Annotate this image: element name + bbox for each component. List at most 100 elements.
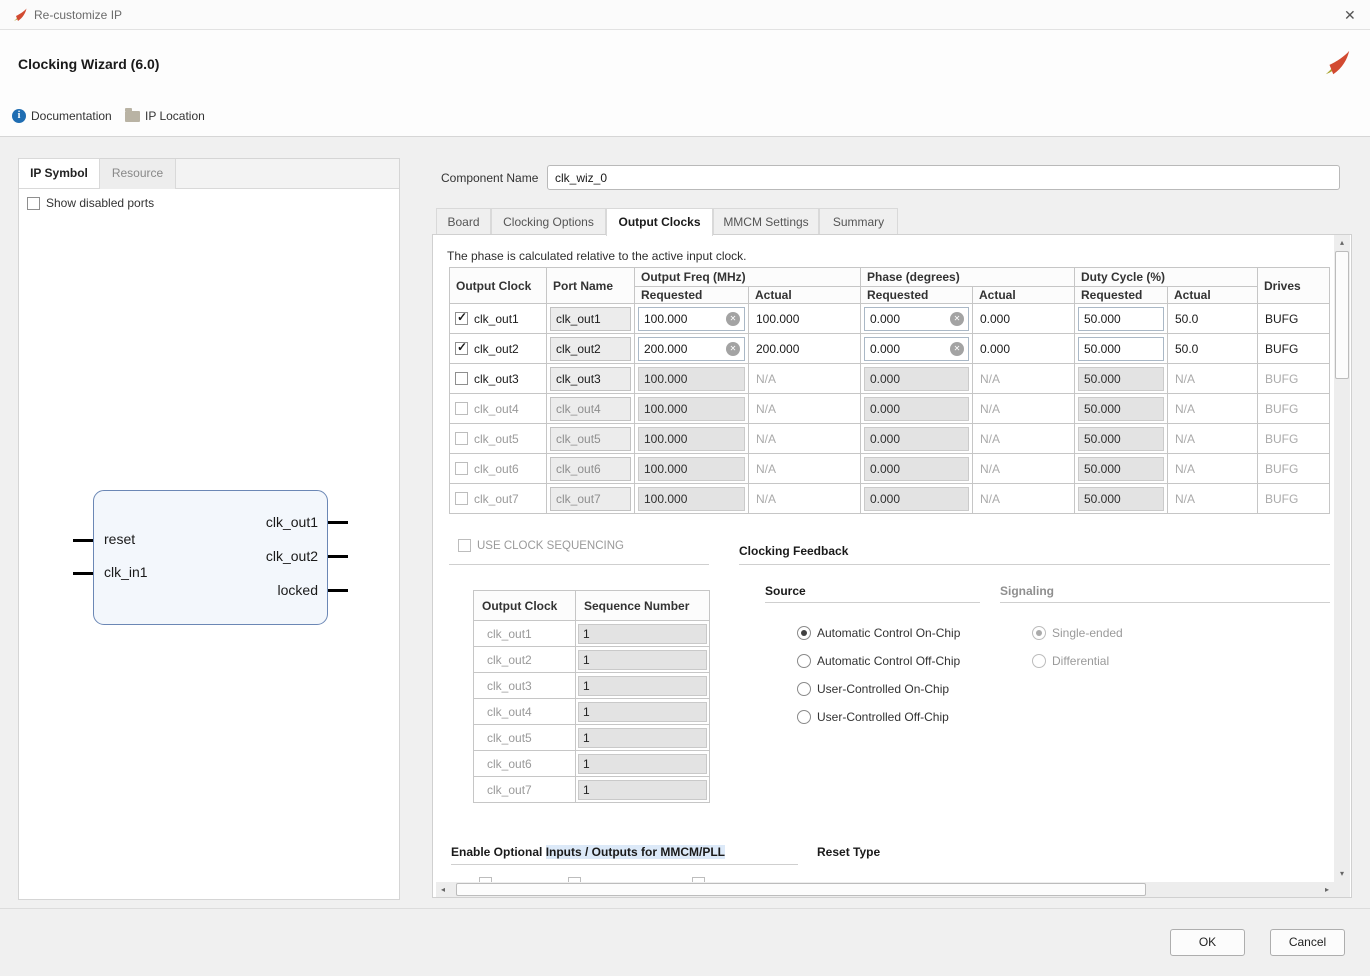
drives-value[interactable]: BUFG [1258,334,1330,364]
port-name-field[interactable]: clk_out2 [550,337,631,361]
col-header-duty-cycle: Duty Cycle (%) [1075,268,1258,287]
tab-ip-symbol[interactable]: IP Symbol [19,158,100,188]
port-name-field[interactable]: clk_out1 [550,307,631,331]
sequence-number-field: 1 [578,754,707,774]
tab-summary[interactable]: Summary [819,208,898,235]
scroll-left-arrow[interactable]: ◂ [436,882,450,897]
freq-requested-field: 100.000 [638,487,745,511]
ip-location-label: IP Location [145,109,205,123]
port-stub [328,555,348,558]
folder-icon [125,111,140,122]
signaling-label: Signaling [1000,584,1054,598]
drives-value[interactable]: BUFG [1258,304,1330,334]
freq-actual-value: N/A [749,454,861,484]
freq-requested-field: 100.000 [638,457,745,481]
footer-divider [0,908,1370,909]
duty-requested-field[interactable]: 50.000 [1078,307,1164,331]
clear-icon[interactable] [950,342,964,356]
port-stub [328,589,348,592]
radio-automatic-control-on-chip[interactable]: Automatic Control On-Chip [797,626,960,640]
freq-requested-field[interactable]: 100.000 [638,307,745,331]
sequence-table: Output Clock Sequence Number clk_out11 c… [473,590,710,803]
clear-icon[interactable] [726,342,740,356]
clear-icon[interactable] [726,312,740,326]
use-clock-sequencing-checkbox [458,539,471,552]
source-label: Source [765,584,806,598]
col-header-requested: Requested [635,287,749,304]
radio-icon[interactable] [797,682,811,696]
sequence-clock-label: clk_out4 [474,699,576,725]
port-stub [73,539,93,542]
use-clock-sequencing-label: USE CLOCK SEQUENCING [477,540,624,552]
output-clock-checkbox [455,402,468,415]
duty-requested-field[interactable]: 50.000 [1078,337,1164,361]
table-row: clk_out51 [474,725,710,751]
freq-actual-value: N/A [749,364,861,394]
tab-clocking-options[interactable]: Clocking Options [491,208,606,235]
tab-resource[interactable]: Resource [100,159,176,189]
output-clock-checkbox[interactable] [455,342,468,355]
output-clock-label: clk_out7 [474,492,519,506]
scroll-down-arrow[interactable]: ▾ [1334,867,1350,881]
clear-icon[interactable] [950,312,964,326]
scrollbar-thumb[interactable] [456,883,1146,896]
port-label: reset [104,531,135,547]
radio-icon[interactable] [797,654,811,668]
drives-value: BUFG [1258,484,1330,514]
table-row: clk_out71 [474,777,710,803]
tab-output-clocks[interactable]: Output Clocks [606,208,713,236]
radio-icon [1032,626,1046,640]
duty-actual-value: N/A [1168,454,1258,484]
radio-icon[interactable] [797,626,811,640]
page-title: Clocking Wizard (6.0) [18,56,159,72]
ip-location-link[interactable]: IP Location [125,109,205,123]
tab-board[interactable]: Board [436,208,491,235]
close-icon[interactable]: ✕ [1344,7,1356,24]
output-clock-checkbox[interactable] [455,312,468,325]
divider [739,564,1330,565]
duty-requested-field: 50.000 [1078,487,1164,511]
sequence-clock-label: clk_out2 [474,647,576,673]
documentation-link[interactable]: Documentation [12,109,112,123]
ok-button[interactable]: OK [1170,929,1245,956]
phase-requested-field[interactable]: 0.000 [864,337,969,361]
table-row: clk_out7 clk_out7 100.000 N/A 0.000 N/A … [450,484,1330,514]
duty-actual-value: N/A [1168,394,1258,424]
divider [449,564,709,565]
scroll-up-arrow[interactable]: ▴ [1334,236,1350,250]
col-header-port-name: Port Name [547,268,635,304]
dialog-header: Clocking Wizard (6.0) Documentation IP L… [0,30,1370,137]
table-row: clk_out31 [474,673,710,699]
documentation-label: Documentation [31,109,112,123]
phase-requested-field[interactable]: 0.000 [864,307,969,331]
phase-actual-value: N/A [973,424,1075,454]
info-icon [12,109,26,123]
window-title: Re-customize IP [34,8,122,22]
divider [765,602,980,603]
duty-requested-field: 50.000 [1078,367,1164,391]
divider [451,864,798,865]
radio-user-controlled-on-chip[interactable]: User-Controlled On-Chip [797,682,949,696]
radio-automatic-control-off-chip[interactable]: Automatic Control Off-Chip [797,654,960,668]
radio-user-controlled-off-chip[interactable]: User-Controlled Off-Chip [797,710,949,724]
freq-requested-field[interactable]: 200.000 [638,337,745,361]
sequence-clock-label: clk_out7 [474,777,576,803]
show-disabled-ports[interactable]: Show disabled ports [27,196,154,210]
radio-icon[interactable] [797,710,811,724]
output-clock-checkbox [455,462,468,475]
sequence-number-field: 1 [578,728,707,748]
component-name-input[interactable] [547,165,1340,190]
phase-requested-value: 0.000 [870,312,900,326]
output-clock-checkbox[interactable] [455,372,468,385]
output-clocks-table: Output Clock Port Name Output Freq (MHz)… [449,267,1330,514]
duty-actual-value: 50.0 [1168,334,1258,364]
show-disabled-ports-checkbox[interactable] [27,197,40,210]
table-row: clk_out1 clk_out1 100.000 100.000 0.000 … [450,304,1330,334]
radio-differential: Differential [1032,654,1109,668]
scrollbar-thumb[interactable] [1335,251,1349,379]
radio-label: Automatic Control On-Chip [817,626,960,640]
tab-mmcm-settings[interactable]: MMCM Settings [713,208,819,235]
cancel-button[interactable]: Cancel [1270,929,1345,956]
scroll-right-arrow[interactable]: ▸ [1320,882,1334,897]
freq-actual-value: N/A [749,484,861,514]
